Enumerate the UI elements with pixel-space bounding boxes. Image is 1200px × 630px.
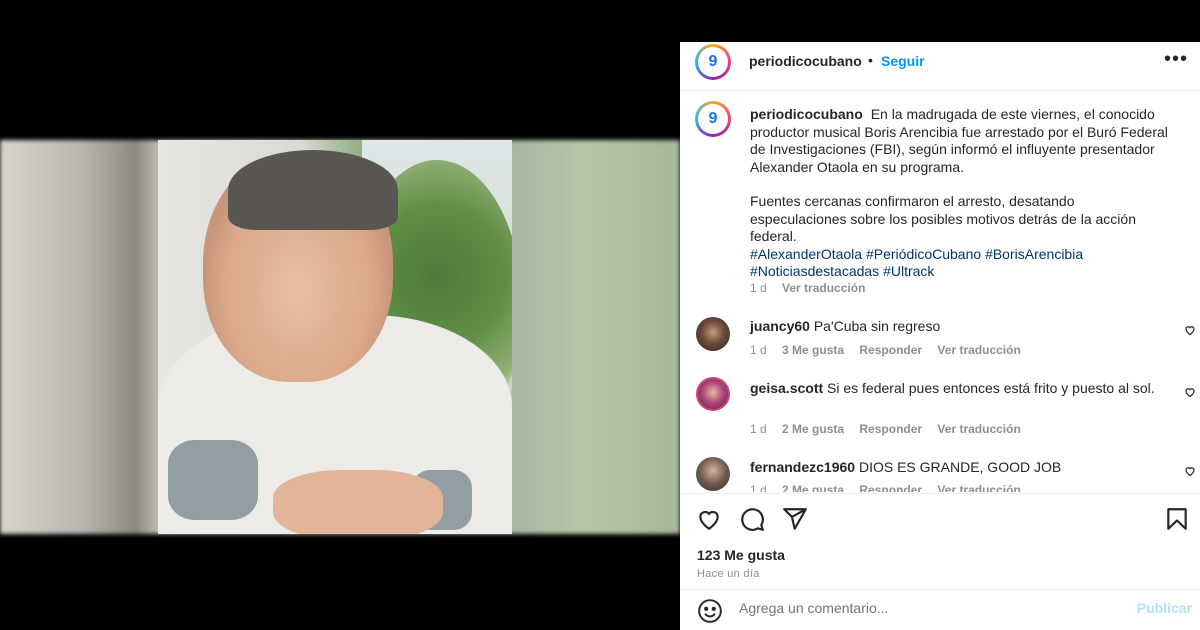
comment-username[interactable]: fernandezc1960 <box>750 459 855 475</box>
post-header: 9 periodicocubano • Seguir ••• <box>680 42 1200 91</box>
comment-icon[interactable] <box>739 506 767 534</box>
comment-username[interactable]: geisa.scott <box>750 380 823 396</box>
video-person-hands <box>273 470 443 534</box>
share-icon[interactable] <box>782 506 810 534</box>
caption-username[interactable]: periodicocubano <box>750 106 863 122</box>
header-separator: • <box>868 52 873 68</box>
comment-input[interactable] <box>739 600 1119 616</box>
post-actions: 123 Me gusta Hace un día Publicar <box>680 493 1200 630</box>
comment-likes[interactable]: 2 Me gusta <box>782 483 844 492</box>
caption-meta: 1 d Ver traducción <box>750 281 877 295</box>
author-username[interactable]: periodicocubano <box>749 53 862 69</box>
comment-likes[interactable]: 3 Me gusta <box>782 343 844 357</box>
hashtag-link[interactable]: #Ultrack <box>883 263 934 279</box>
more-icon[interactable]: ••• <box>1164 48 1188 71</box>
comment-like-icon[interactable] <box>1184 465 1196 480</box>
avatar[interactable] <box>696 457 730 491</box>
comment-likes[interactable]: 2 Me gusta <box>782 422 844 436</box>
hashtag-link[interactable]: #Noticiasdestacadas <box>750 263 879 279</box>
comment-text: geisa.scott Si es federal pues entonces … <box>750 380 1160 398</box>
hashtag-link[interactable]: #BorisArencibia <box>985 246 1083 262</box>
comment-text: fernandezc1960 DIOS ES GRANDE, GOOD JOB <box>750 459 1160 477</box>
hashtag-link[interactable]: #AlexanderOtaola <box>750 246 862 262</box>
author-avatar[interactable]: 9 <box>695 44 731 80</box>
translate-link[interactable]: Ver traducción <box>937 483 1020 492</box>
comment-meta: 1 d 2 Me gusta Responder Ver traducción <box>750 422 1033 436</box>
comments-list[interactable]: 9 periodicocubano En la madrugada de est… <box>680 92 1200 492</box>
caption-time: 1 d <box>750 281 767 295</box>
reply-button[interactable]: Responder <box>859 422 922 436</box>
heart-icon[interactable] <box>696 506 724 534</box>
comment-like-icon[interactable] <box>1184 386 1196 401</box>
brand-logo-icon: 9 <box>708 53 718 70</box>
caption-avatar[interactable]: 9 <box>695 101 731 137</box>
post-side-panel: 9 periodicocubano • Seguir ••• 9 periodi… <box>680 42 1200 630</box>
post-caption: periodicocubano En la madrugada de este … <box>750 106 1170 281</box>
comment-like-icon[interactable] <box>1184 324 1196 339</box>
translate-link[interactable]: Ver traducción <box>937 422 1020 436</box>
post-media[interactable] <box>0 0 680 630</box>
caption-paragraph: Fuentes cercanas confirmaron el arresto,… <box>750 193 1136 244</box>
comment-meta: 1 d 3 Me gusta Responder Ver traducción <box>750 343 1033 357</box>
comment-text: juancy60 Pa'Cuba sin regreso <box>750 318 1160 336</box>
comment-time: 1 d <box>750 483 767 492</box>
comment-body: Si es federal pues entonces está frito y… <box>827 380 1155 396</box>
add-comment-bar: Publicar <box>680 589 1200 630</box>
comment-time: 1 d <box>750 422 767 436</box>
comment-body: Pa'Cuba sin regreso <box>813 318 941 334</box>
brand-logo-icon: 9 <box>708 110 718 127</box>
video-person-hair <box>228 150 398 230</box>
post-time-ago: Hace un día <box>697 568 760 580</box>
translate-link[interactable]: Ver traducción <box>782 281 865 295</box>
avatar[interactable] <box>696 377 730 411</box>
likes-count[interactable]: 123 Me gusta <box>697 547 785 563</box>
hashtag-link[interactable]: #PeriódicoCubano <box>866 246 981 262</box>
bookmark-icon[interactable] <box>1164 506 1192 534</box>
translate-link[interactable]: Ver traducción <box>937 343 1020 357</box>
post-comment-button[interactable]: Publicar <box>1137 600 1192 616</box>
comment-username[interactable]: juancy60 <box>750 318 810 334</box>
comment-time: 1 d <box>750 343 767 357</box>
video-shirt-pattern <box>168 440 258 520</box>
comment-body: DIOS ES GRANDE, GOOD JOB <box>858 459 1062 475</box>
reply-button[interactable]: Responder <box>859 343 922 357</box>
video-frame[interactable] <box>158 140 512 534</box>
reply-button[interactable]: Responder <box>859 483 922 492</box>
emoji-icon[interactable] <box>697 598 723 624</box>
comment-meta: 1 d 2 Me gusta Responder Ver traducción <box>750 483 1033 492</box>
avatar[interactable] <box>696 317 730 351</box>
follow-button[interactable]: Seguir <box>881 53 925 69</box>
